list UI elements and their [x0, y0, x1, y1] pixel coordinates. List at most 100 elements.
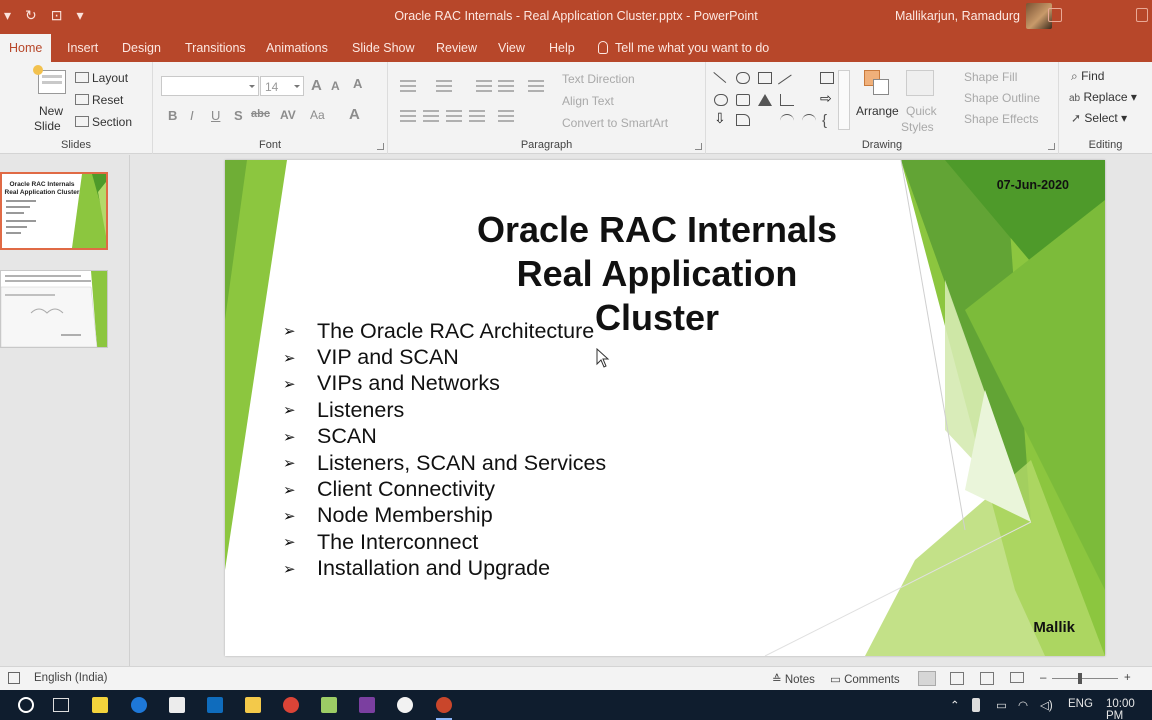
shapes-gallery-scroll[interactable] [838, 70, 850, 130]
align-right-icon[interactable] [446, 110, 462, 122]
decrease-indent-icon[interactable] [476, 80, 492, 92]
slide-thumbnail-2[interactable] [0, 270, 108, 348]
find-button[interactable]: ⌕ Find [1071, 69, 1104, 84]
cortana-icon[interactable] [18, 697, 34, 713]
quick-styles-label-1[interactable]: Quick [906, 104, 937, 118]
notepad-icon[interactable] [321, 697, 337, 713]
store-icon[interactable] [169, 697, 185, 713]
volume-icon[interactable]: ◁) [1040, 698, 1053, 712]
tab-insert[interactable]: Insert [67, 41, 98, 55]
character-spacing-icon[interactable]: AV [280, 108, 296, 122]
rectangle-shape-icon[interactable] [820, 72, 834, 84]
replace-button[interactable]: ab Replace ▾ [1069, 90, 1137, 104]
spelling-check-icon[interactable] [8, 672, 20, 684]
reset-button[interactable]: Reset [92, 93, 123, 107]
columns-icon[interactable] [498, 110, 514, 122]
input-language-indicator[interactable]: ENG [1068, 698, 1093, 710]
underline-icon[interactable]: U [211, 108, 220, 123]
line-shape-icon[interactable] [706, 72, 727, 92]
user-name[interactable]: Mallikarjun, Ramadurg [895, 9, 1020, 23]
tab-animations[interactable]: Animations [266, 41, 328, 55]
triangle-shape-icon[interactable] [758, 94, 772, 106]
comments-button[interactable]: ▭ Comments [830, 672, 900, 686]
font-color-icon[interactable]: A [349, 106, 360, 123]
slide-show-icon[interactable] [1010, 672, 1024, 683]
zoom-slider-handle[interactable] [1078, 673, 1082, 684]
outlook-icon[interactable] [207, 697, 223, 713]
font-name-dropdown[interactable] [161, 76, 259, 96]
tab-review[interactable]: Review [436, 41, 477, 55]
network-icon[interactable]: ▭ [996, 698, 1007, 712]
notes-button[interactable]: ≙ Notes [772, 672, 815, 686]
powerpoint-icon[interactable] [436, 697, 452, 713]
quick-styles-icon[interactable] [906, 70, 934, 96]
text-shadow-icon[interactable]: S [234, 108, 243, 123]
increase-font-size-icon[interactable]: A [311, 77, 322, 94]
decrease-font-size-icon[interactable]: A [331, 79, 340, 93]
connector-shape-icon[interactable] [780, 94, 794, 106]
zoom-in-icon[interactable]: + [1124, 672, 1131, 684]
oval-shape-icon[interactable] [714, 94, 728, 106]
line-shape-2-icon[interactable] [778, 74, 798, 94]
shape-effects-button[interactable]: Shape Effects [964, 112, 1039, 126]
tell-me-search[interactable]: Tell me what you want to do [598, 41, 769, 55]
increase-indent-icon[interactable] [498, 80, 514, 92]
justify-icon[interactable] [469, 110, 485, 122]
arrange-button[interactable]: Arrange [856, 104, 899, 118]
textbox-shape-icon[interactable] [758, 72, 772, 84]
arc-shape-icon[interactable] [802, 114, 816, 126]
new-slide-icon[interactable] [33, 65, 66, 94]
arrow-right-shape-icon[interactable]: ⇨ [820, 90, 834, 106]
clear-formatting-icon[interactable]: A [353, 76, 362, 91]
normal-view-icon[interactable] [918, 671, 936, 686]
align-left-icon[interactable] [400, 110, 416, 122]
quick-styles-label-2[interactable]: Styles [901, 120, 934, 134]
layout-button[interactable]: Layout [92, 71, 128, 85]
shape-outline-button[interactable]: Shape Outline [964, 91, 1040, 105]
arrange-icon[interactable] [864, 70, 890, 96]
slide-1[interactable]: 07-Jun-2020 Oracle RAC Internals Real Ap… [225, 160, 1105, 656]
ribbon-display-options-icon[interactable] [1048, 8, 1062, 22]
minimize-icon[interactable] [1136, 8, 1148, 22]
app-icon[interactable] [397, 697, 413, 713]
new-slide-label-1[interactable]: New [39, 104, 63, 118]
tab-transitions[interactable]: Transitions [185, 41, 246, 55]
new-slide-label-2[interactable]: Slide [34, 119, 61, 133]
edge-icon[interactable] [131, 697, 147, 713]
task-view-icon[interactable] [53, 698, 69, 712]
cylinder-shape-icon[interactable] [736, 72, 750, 84]
font-size-dropdown[interactable]: 14 [260, 76, 304, 96]
slide-thumbnail-1[interactable]: Oracle RAC Internals Real Application Cl… [0, 172, 108, 250]
bullets-icon[interactable] [400, 80, 416, 92]
rounded-rectangle-shape-icon[interactable] [736, 94, 750, 106]
battery-icon[interactable] [972, 698, 980, 712]
change-case-icon[interactable]: Aa [310, 108, 325, 122]
onenote-icon[interactable] [359, 697, 375, 713]
wifi-icon[interactable]: ◠ [1018, 698, 1028, 712]
brace-shape-icon[interactable]: { [822, 112, 836, 129]
language-indicator[interactable]: English (India) [34, 672, 108, 684]
numbering-icon[interactable] [436, 80, 452, 92]
zoom-slider[interactable] [1052, 678, 1118, 679]
clock[interactable]: 10:00 PM [1106, 698, 1152, 720]
arrow-down-shape-icon[interactable]: ⇩ [714, 110, 728, 126]
tab-design[interactable]: Design [122, 41, 161, 55]
freeform-shape-icon[interactable] [736, 114, 750, 126]
line-spacing-icon[interactable] [528, 80, 544, 92]
slide-sorter-icon[interactable] [950, 672, 964, 685]
tray-chevron-icon[interactable]: ⌃ [950, 698, 960, 712]
file-explorer-icon[interactable] [245, 697, 261, 713]
convert-smartart-button[interactable]: Convert to SmartArt [562, 116, 668, 130]
tab-slide-show[interactable]: Slide Show [352, 41, 415, 55]
shapes-gallery[interactable]: ⇨ ⇩ { [706, 70, 838, 130]
select-button[interactable]: ➚ Select ▾ [1071, 111, 1127, 125]
reading-view-icon[interactable] [980, 672, 994, 685]
strikethrough-icon[interactable]: abc [251, 108, 270, 120]
chrome-icon[interactable] [283, 697, 299, 713]
text-direction-button[interactable]: Text Direction [562, 72, 635, 86]
bold-icon[interactable]: B [168, 108, 177, 123]
tab-home[interactable]: Home [0, 34, 52, 62]
italic-icon[interactable]: I [190, 108, 194, 123]
section-button[interactable]: Section [92, 115, 132, 129]
tab-help[interactable]: Help [549, 41, 575, 55]
